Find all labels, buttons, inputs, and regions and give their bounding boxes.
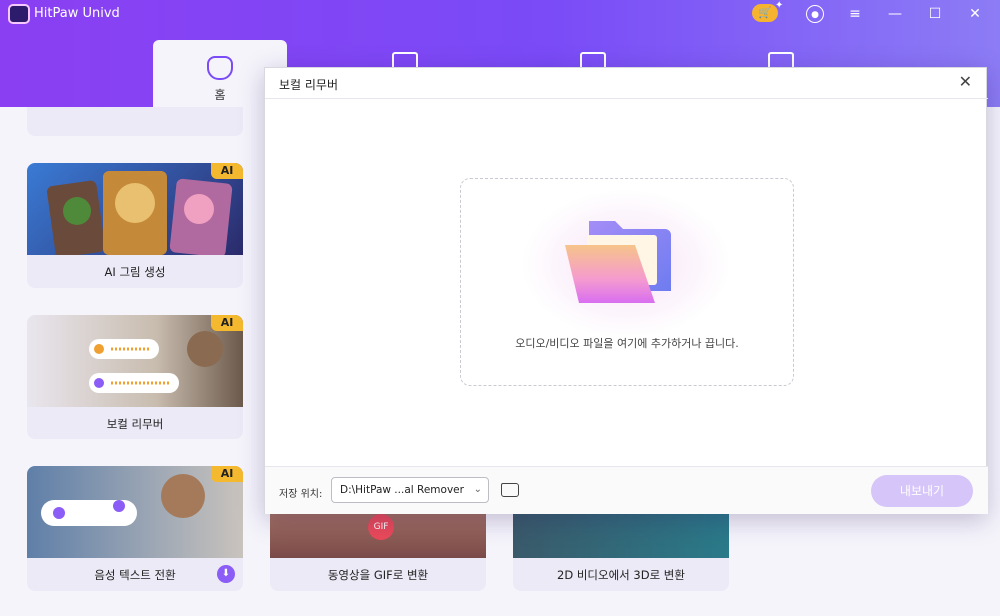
save-path-value: D:\HitPaw ...al Remover bbox=[340, 484, 464, 496]
speech-image bbox=[41, 474, 205, 526]
waveform-image bbox=[89, 331, 223, 393]
dialog-title: 보컬 리무버 bbox=[279, 78, 339, 92]
open-folder-icon[interactable] bbox=[501, 483, 519, 497]
app-logo bbox=[8, 4, 30, 24]
ai-badge: AI bbox=[211, 315, 243, 331]
chevron-down-icon: ⌄ bbox=[473, 484, 482, 495]
export-button[interactable]: 내보내기 bbox=[871, 475, 973, 507]
tab-home-label: 홈 bbox=[214, 88, 226, 102]
app-title: HitPaw Univd bbox=[34, 6, 120, 21]
user-icon[interactable]: ● bbox=[806, 5, 824, 23]
card-partial bbox=[27, 107, 243, 136]
save-path-select[interactable]: D:\HitPaw ...al Remover ⌄ bbox=[331, 477, 489, 503]
menu-icon[interactable]: ≡ bbox=[846, 5, 864, 23]
download-icon[interactable]: ⬇ bbox=[217, 565, 235, 583]
ai-badge: AI bbox=[211, 163, 243, 179]
home-icon bbox=[207, 56, 233, 80]
card-ai-image-thumb: AI bbox=[27, 163, 243, 258]
card-label: 보컬 리무버 bbox=[106, 417, 164, 431]
sparkle-icon: ✦ bbox=[775, 0, 784, 11]
close-icon[interactable]: ✕ bbox=[959, 72, 972, 91]
card-label: AI 그림 생성 bbox=[104, 265, 166, 279]
card-label: 2D 비디오에서 3D로 변환 bbox=[557, 568, 685, 582]
folder-icon bbox=[565, 221, 671, 303]
save-location-label: 저장 위치: bbox=[279, 489, 323, 500]
card-label: 음성 텍스트 전환 bbox=[94, 568, 176, 582]
portraits-image bbox=[47, 171, 233, 258]
dialog-footer: 저장 위치: D:\HitPaw ...al Remover ⌄ 내보내기 bbox=[265, 466, 988, 514]
gif-badge: GIF bbox=[368, 514, 394, 540]
card-speech-to-text-thumb: AI bbox=[27, 466, 243, 558]
card-vocal-remover-thumb: AI bbox=[27, 315, 243, 407]
card-ai-image[interactable]: AI AI 그림 생성 bbox=[27, 163, 243, 288]
close-icon[interactable]: ✕ bbox=[966, 5, 984, 23]
vocal-remover-dialog: 보컬 리무버 ✕ 오디오/비디오 파일을 여기에 추가하거나 끕니다. 저장 위… bbox=[264, 67, 988, 514]
maximize-icon[interactable]: ☐ bbox=[926, 5, 944, 23]
card-label: 동영상을 GIF로 변환 bbox=[327, 568, 429, 582]
drop-hint: 오디오/비디오 파일을 여기에 추가하거나 끕니다. bbox=[515, 337, 739, 350]
drop-zone[interactable]: 오디오/비디오 파일을 여기에 추가하거나 끕니다. bbox=[460, 178, 794, 386]
card-vocal-remover[interactable]: AI 보컬 리무버 bbox=[27, 315, 243, 439]
minimize-icon[interactable]: — bbox=[886, 5, 904, 23]
card-speech-to-text[interactable]: AI 음성 텍스트 전환 ⬇ bbox=[27, 466, 243, 591]
ai-badge: AI bbox=[211, 466, 243, 482]
divider bbox=[265, 98, 988, 99]
